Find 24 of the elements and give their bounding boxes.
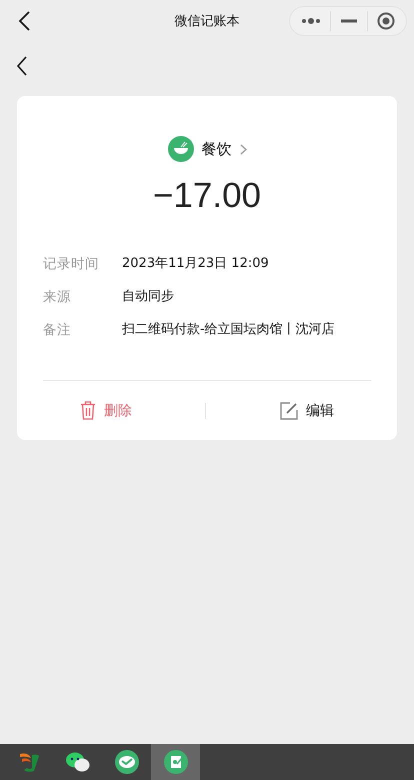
chat-bubbles-icon bbox=[64, 751, 90, 773]
trash-icon bbox=[80, 401, 96, 420]
detail-label: 备注 bbox=[43, 321, 72, 340]
back-icon[interactable] bbox=[17, 11, 31, 31]
minimize-icon[interactable] bbox=[340, 19, 357, 23]
window-title: 微信记账本 bbox=[174, 13, 240, 30]
edit-button[interactable]: 编辑 bbox=[280, 402, 334, 420]
close-icon[interactable] bbox=[377, 12, 396, 30]
category-link[interactable]: 餐饮 bbox=[202, 140, 232, 158]
edit-icon bbox=[280, 402, 298, 420]
app-logo-icon bbox=[18, 751, 40, 773]
taskbar-item[interactable] bbox=[151, 744, 200, 780]
detail-label: 记录时间 bbox=[43, 255, 100, 274]
detail-label: 来源 bbox=[43, 288, 72, 307]
bowl-icon bbox=[168, 136, 194, 162]
amount: −17.00 bbox=[152, 176, 262, 216]
detail-value: 2023年11月23日 12:09 bbox=[122, 255, 269, 273]
chevron-icon bbox=[240, 144, 246, 154]
checkmark-icon bbox=[114, 750, 138, 774]
detail-value: 自动同步 bbox=[122, 288, 174, 306]
notebook-icon bbox=[164, 750, 188, 774]
back-icon[interactable] bbox=[16, 56, 28, 76]
detail-value: 扫二维码付款-给立国坛肉馆丨沈河店 bbox=[122, 321, 335, 339]
more-icon[interactable] bbox=[300, 17, 321, 25]
